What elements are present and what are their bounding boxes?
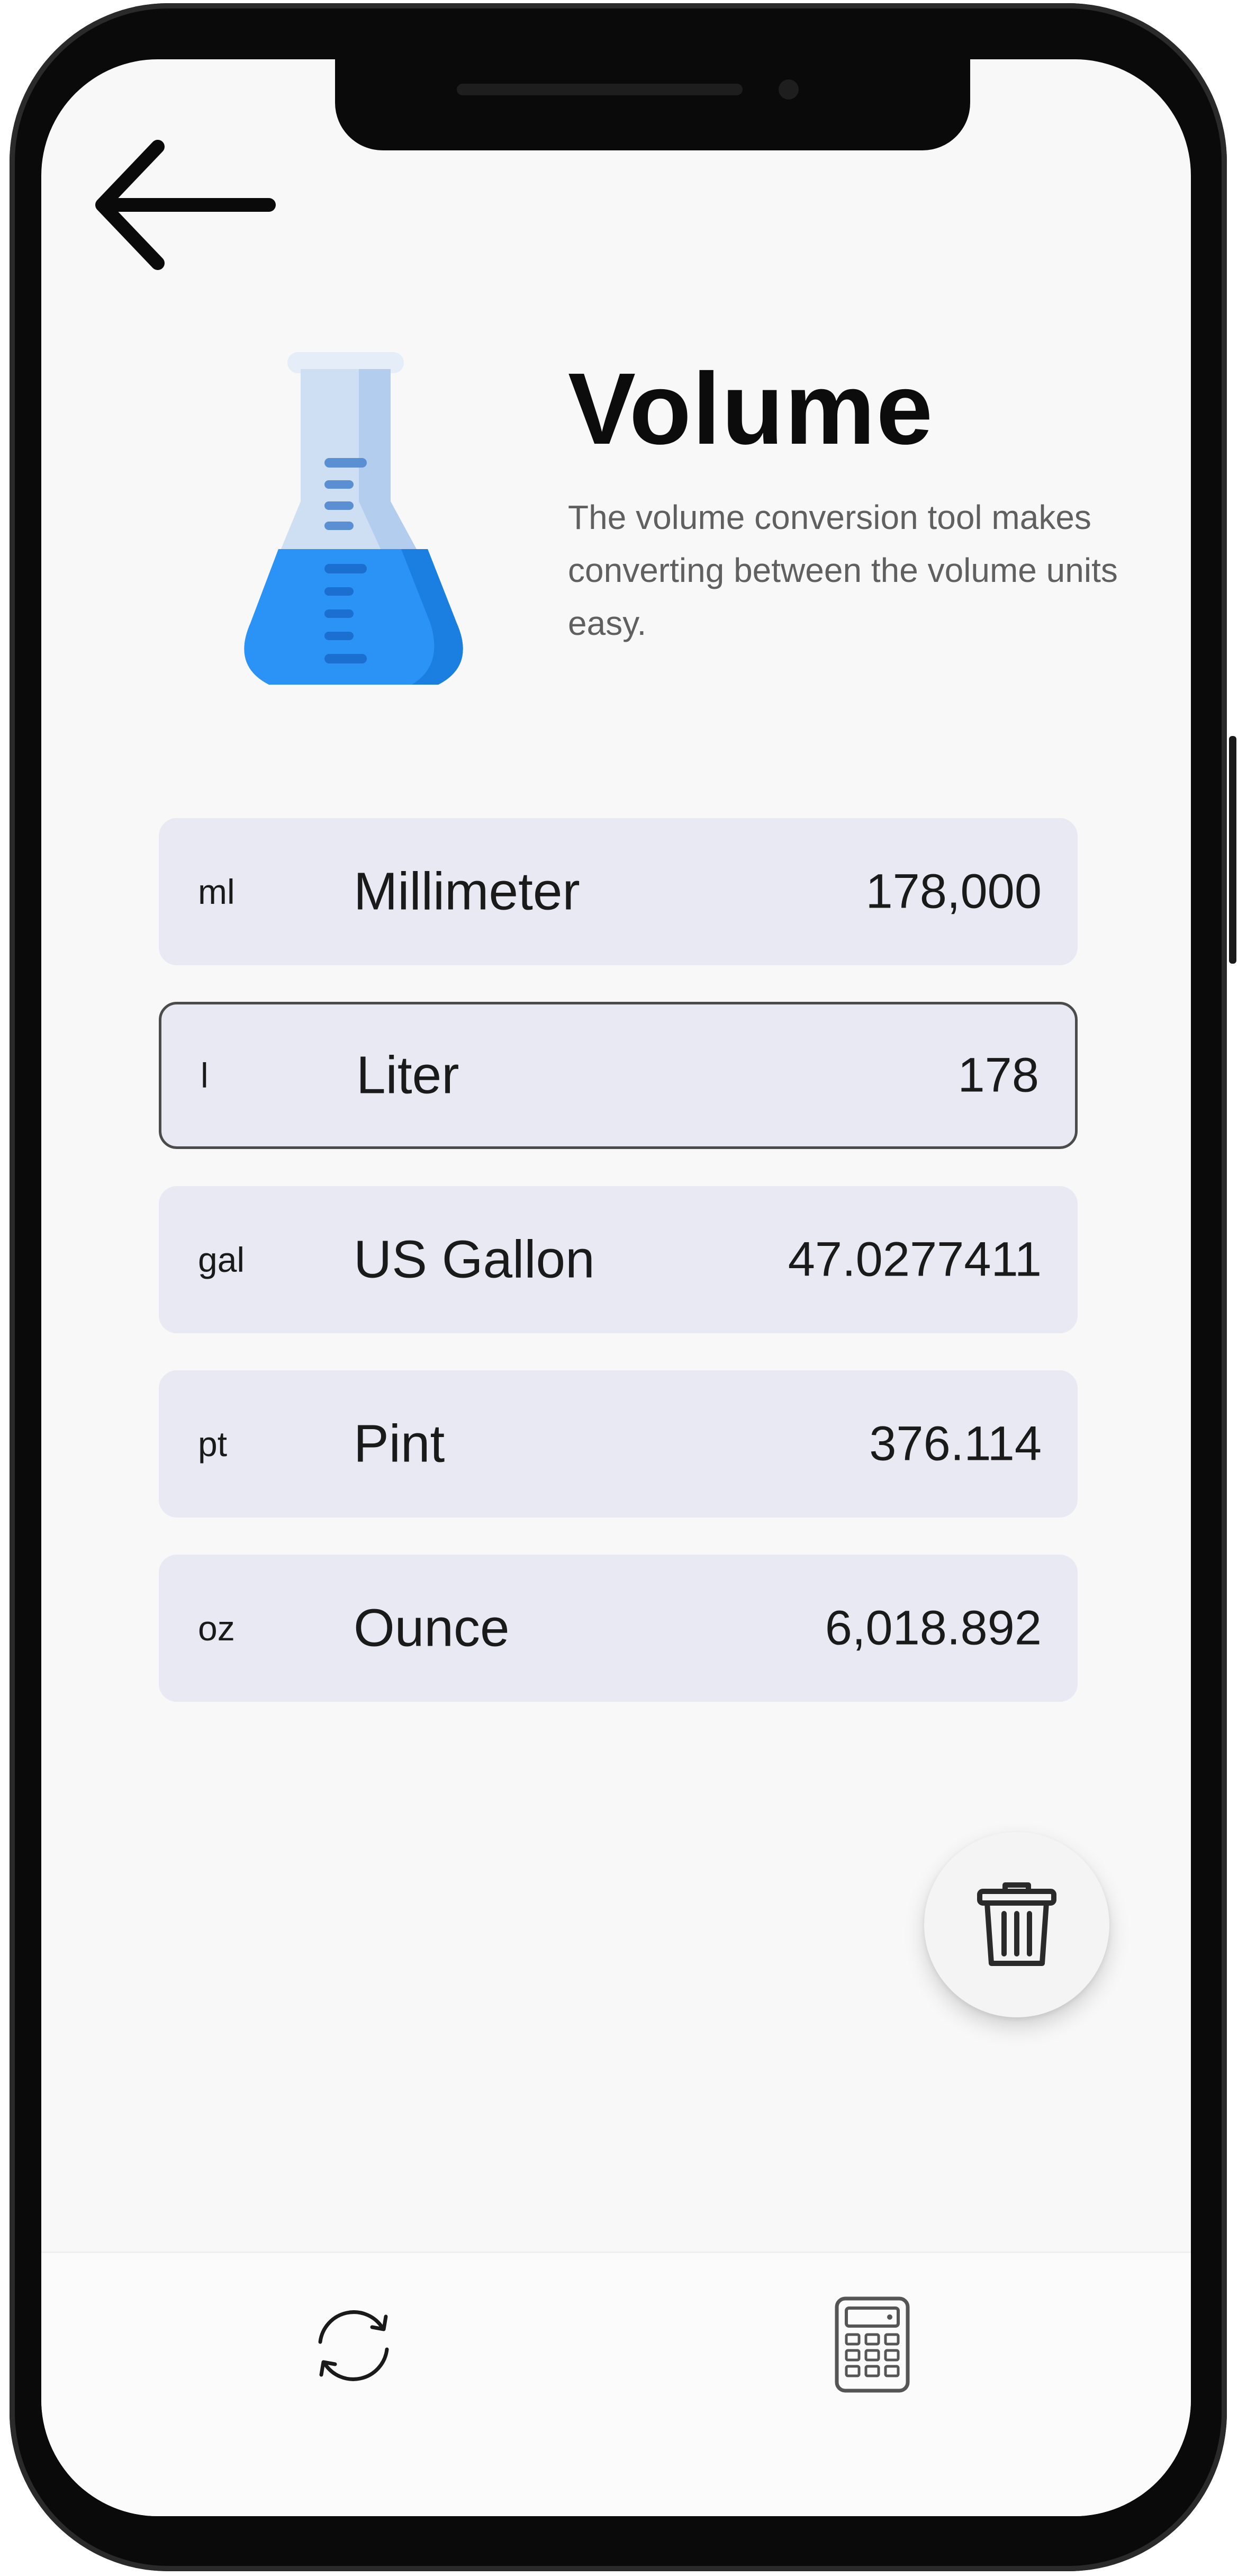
unit-value: 178	[957, 1048, 1040, 1102]
unit-row-liter[interactable]: l Liter 178	[159, 1002, 1078, 1149]
unit-name: Liter	[356, 1045, 459, 1105]
unit-abbreviation: ml	[198, 872, 235, 911]
unit-name: US Gallon	[354, 1229, 595, 1289]
back-button[interactable]	[92, 136, 282, 295]
app-screen: Volume The volume conversion tool makes …	[41, 59, 1191, 2516]
unit-name: Ounce	[354, 1598, 510, 1658]
unit-name: Pint	[354, 1414, 445, 1474]
page-description: The volume conversion tool makes convert…	[568, 498, 1118, 642]
unit-row-ounce[interactable]: oz Ounce 6,018.892	[159, 1555, 1078, 1702]
unit-value: 376.114	[869, 1416, 1042, 1471]
unit-abbreviation: l	[201, 1056, 209, 1095]
calculator-icon	[835, 2296, 910, 2393]
page-title: Volume	[568, 352, 934, 465]
phone-notch	[335, 59, 970, 150]
phone-side-button	[1229, 736, 1236, 964]
trash-icon	[977, 1882, 1056, 1966]
unit-row-pint[interactable]: pt Pint 376.114	[159, 1370, 1078, 1518]
unit-value: 47.0277411	[788, 1232, 1042, 1287]
unit-abbreviation: oz	[198, 1609, 235, 1648]
unit-name: Millimeter	[354, 861, 580, 921]
unit-abbreviation: gal	[198, 1240, 245, 1279]
nav-calculator-button[interactable]	[833, 2294, 912, 2395]
nav-convert-button[interactable]	[309, 2301, 399, 2391]
flask-icon	[216, 348, 491, 719]
bottom-navigation	[41, 2251, 1191, 2516]
arrow-left-icon	[95, 140, 276, 270]
delete-button[interactable]	[924, 1832, 1109, 2017]
notch-speaker	[457, 84, 743, 95]
refresh-icon	[318, 2310, 389, 2381]
unit-value: 6,018.892	[825, 1601, 1042, 1655]
unit-row-us-gallon[interactable]: gal US Gallon 47.0277411	[159, 1186, 1078, 1333]
unit-value: 178,000	[865, 864, 1042, 919]
unit-row-milliliter[interactable]: ml Millimeter 178,000	[159, 818, 1078, 965]
unit-abbreviation: pt	[198, 1424, 228, 1464]
notch-camera	[779, 79, 799, 100]
